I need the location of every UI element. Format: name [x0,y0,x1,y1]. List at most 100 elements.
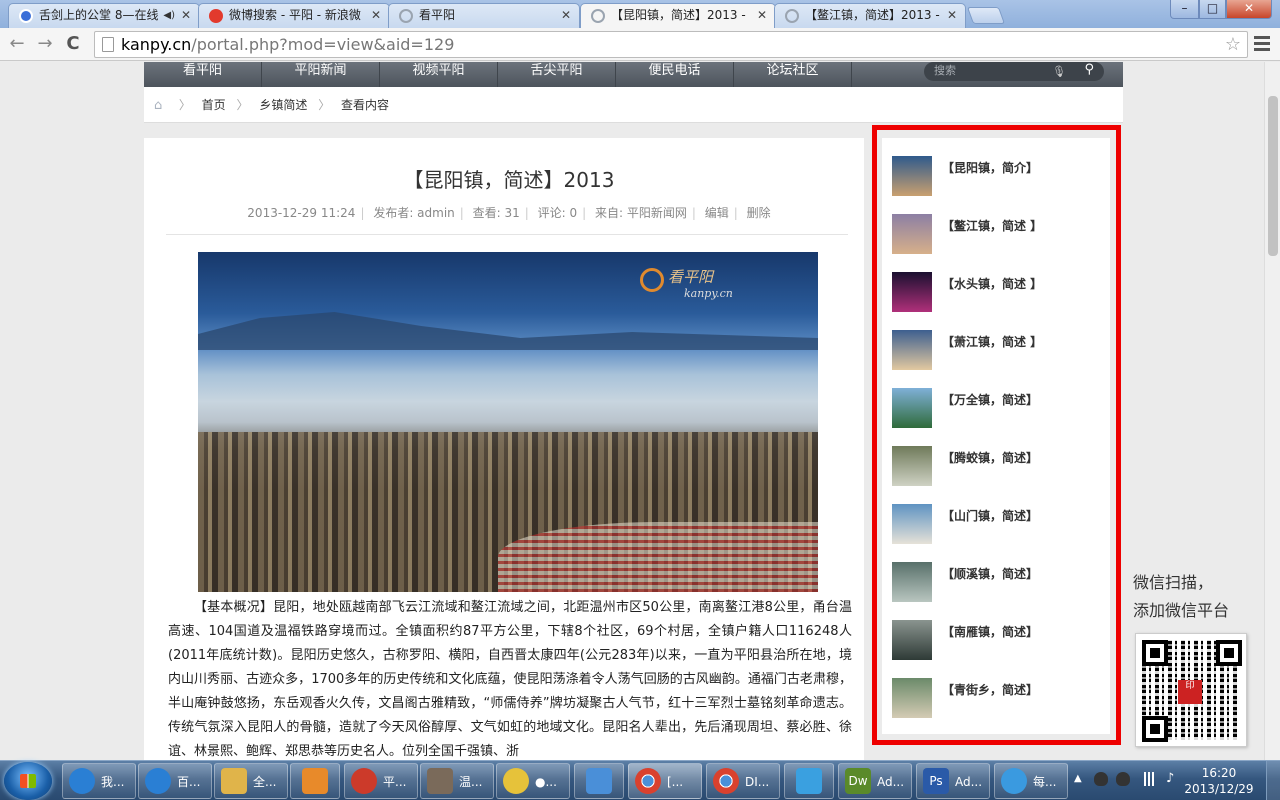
taskbar-pingyang[interactable]: 平... [344,763,418,799]
show-desktop-button[interactable] [1266,761,1280,800]
meta-views: 查看: 31 [472,206,520,220]
list-item-label[interactable]: 【万全镇，简述】 [942,391,1038,408]
list-item-label[interactable]: 【顺溪镇，简述】 [942,565,1038,582]
minimize-button[interactable]: – [1170,0,1199,19]
delete-link[interactable]: 删除 [747,206,771,220]
taskbar-photoshop[interactable]: Ps Ad... [916,763,990,799]
clock-date: 2013/12/29 [1184,782,1254,796]
taskbar-label: 温... [459,775,483,789]
thumbnail[interactable] [892,446,932,486]
search-icon[interactable]: ⚲ [1084,62,1094,78]
list-item[interactable]: 【腾蛟镇，简述】 [892,446,1102,488]
tab-3[interactable]: 看平阳 ✕ [388,3,580,28]
taskbar-app-11[interactable] [784,763,834,799]
tab-5[interactable]: 【鳌江镇，简述】2013 - ✕ [774,3,966,28]
list-item[interactable]: 【萧江镇，简述 】 [892,330,1102,372]
close-tab-icon[interactable]: ✕ [947,4,957,27]
nav-item-forum[interactable]: 论坛社区 [734,62,852,87]
thumbnail[interactable] [892,504,932,544]
home-icon[interactable]: ⌂ [154,88,168,124]
list-item[interactable]: 【水头镇，简述 】 [892,272,1102,314]
back-button[interactable]: ← [6,33,28,55]
thumbnail[interactable] [892,562,932,602]
list-item-label[interactable]: 【萧江镇，简述 】 [942,333,1042,350]
close-window-button[interactable]: ✕ [1226,0,1272,19]
tab-2[interactable]: 微博搜索 - 平阳 - 新浪微 ✕ [198,3,390,28]
taskbar-ie-1[interactable]: 我... [62,763,136,799]
taskbar-app-8[interactable] [574,763,624,799]
list-item[interactable]: 【万全镇，简述】 [892,388,1102,430]
qr-logo-icon: 印 [1178,680,1202,704]
edit-link[interactable]: 编辑 [705,206,729,220]
nav-item-news[interactable]: 平阳新闻 [262,62,380,87]
taskbar-dreamweaver[interactable]: Dw Ad... [838,763,912,799]
thumbnail[interactable] [892,678,932,718]
taskbar-app-14[interactable]: 每... [994,763,1068,799]
meta-publisher[interactable]: 发布者: admin [373,206,454,220]
list-item[interactable]: 【顺溪镇，简述】 [892,562,1102,604]
thumbnail[interactable] [892,156,932,196]
list-item-label[interactable]: 【山门镇，简述】 [942,507,1038,524]
start-button[interactable] [4,762,52,800]
breadcrumb-separator: 〉 [318,98,331,112]
bookmark-star-icon[interactable]: ☆ [1225,32,1241,57]
maximize-button[interactable]: □ [1199,0,1226,19]
list-item[interactable]: 【昆阳镇，简介】 [892,156,1102,198]
taskbar-chrome-1[interactable]: [... [628,763,702,799]
site-favicon-icon [399,9,413,23]
close-tab-icon[interactable]: ✕ [181,4,191,27]
site-search-input[interactable]: 搜索 🎙 ⚲ [924,62,1104,81]
nav-item-phone[interactable]: 便民电话 [616,62,734,87]
thumbnail[interactable] [892,214,932,254]
taskbar-chrome-2[interactable]: DI... [706,763,780,799]
thumbnail[interactable] [892,330,932,370]
tab-1[interactable]: 舌剑上的公堂 8—在线 ◀) ✕ [8,3,200,28]
volume-icon[interactable]: ♪ [1166,772,1180,786]
taskbar-app-7[interactable]: ●... [496,763,570,799]
thumbnail[interactable] [892,388,932,428]
qq-icon[interactable] [1094,772,1108,786]
list-item-label[interactable]: 【腾蛟镇，简述】 [942,449,1038,466]
close-tab-icon[interactable]: ✕ [371,4,381,27]
nav-item-food[interactable]: 舌尖平阳 [498,62,616,87]
meta-comments[interactable]: 评论: 0 [538,206,578,220]
new-tab-button[interactable] [966,7,1006,24]
list-item[interactable]: 【青街乡，简述】 [892,678,1102,720]
taskbar-explorer[interactable]: 全... [214,763,288,799]
network-icon[interactable] [1144,772,1158,786]
close-tab-icon[interactable]: ✕ [757,4,767,27]
list-item[interactable]: 【南雁镇，简述】 [892,620,1102,662]
taskbar-media-player[interactable] [290,763,340,799]
list-item-label[interactable]: 【青街乡，简述】 [942,681,1038,698]
list-item[interactable]: 【鳌江镇，简述 】 [892,214,1102,256]
thumbnail[interactable] [892,620,932,660]
taskbar-wen[interactable]: 温... [420,763,494,799]
tab-strip: 舌剑上的公堂 8—在线 ◀) ✕ 微博搜索 - 平阳 - 新浪微 ✕ 看平阳 ✕… [0,0,1280,29]
face-icon [503,768,529,794]
close-tab-icon[interactable]: ✕ [561,4,571,27]
list-item-label[interactable]: 【鳌江镇，简述 】 [942,217,1042,234]
microphone-icon[interactable]: 🎙 [1052,63,1066,80]
list-item-label[interactable]: 【南雁镇，简述】 [942,623,1038,640]
taskbar-label: 平... [383,775,407,789]
list-item[interactable]: 【山门镇，简述】 [892,504,1102,546]
system-clock[interactable]: 16:20 2013/12/29 [1184,765,1254,797]
tray-expand-icon[interactable]: ▲ [1074,773,1082,784]
tab-4-active[interactable]: 【昆阳镇，简述】2013 - ✕ [580,3,776,29]
breadcrumb-home[interactable]: 首页 [202,98,226,112]
forward-button[interactable]: → [34,33,56,55]
address-bar[interactable]: kanpy.cn/portal.php?mod=view&aid=129 ☆ [94,31,1248,58]
meta-source[interactable]: 来自: 平阳新闻网 [595,206,687,220]
list-item-label[interactable]: 【昆阳镇，简介】 [942,159,1038,176]
taskbar-ie-2[interactable]: 百... [138,763,212,799]
nav-item-kanpy[interactable]: 看平阳 [144,62,262,87]
thumbnail[interactable] [892,272,932,312]
page-scrollbar[interactable] [1264,62,1280,760]
list-item-label[interactable]: 【水头镇，简述 】 [942,275,1042,292]
qq-icon[interactable] [1116,772,1130,786]
menu-icon[interactable] [1254,36,1270,54]
breadcrumb-category[interactable]: 乡镇简述 [259,98,307,112]
scrollbar-thumb[interactable] [1268,96,1278,256]
nav-item-video[interactable]: 视频平阳 [380,62,498,87]
reload-button[interactable]: C [62,33,84,55]
